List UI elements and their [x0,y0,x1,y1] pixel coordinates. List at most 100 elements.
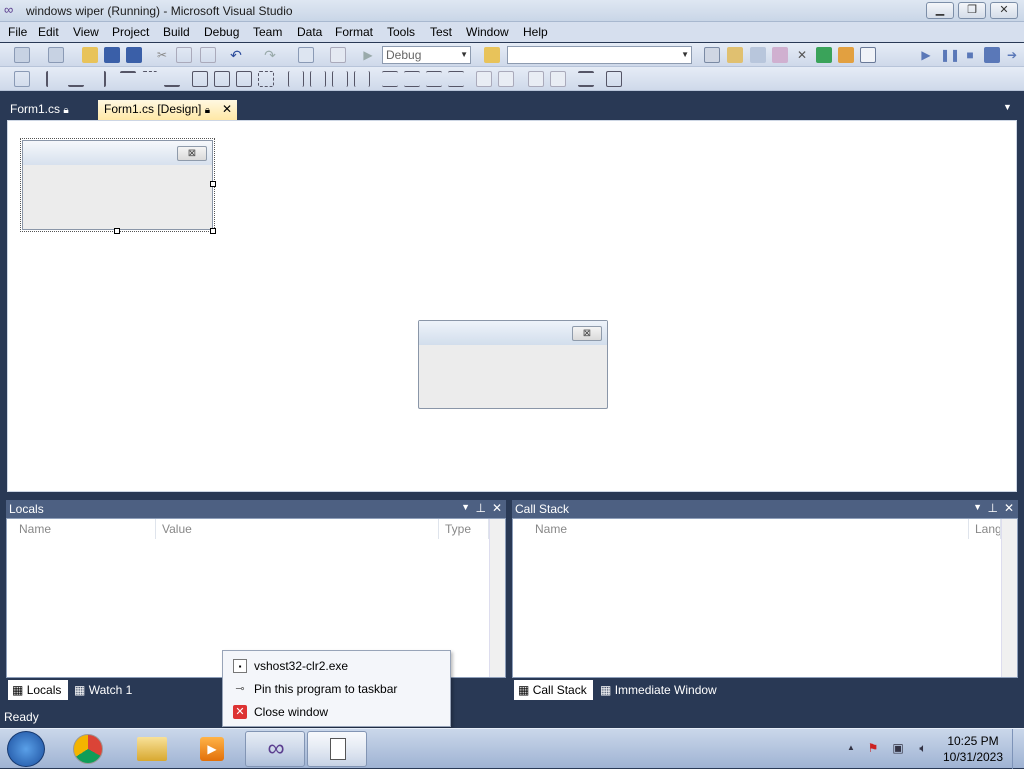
taskbar-vshost-app[interactable] [307,731,367,767]
align-middles-icon[interactable] [142,71,158,87]
menu-help[interactable]: Help [523,25,548,39]
menu-data[interactable]: Data [297,25,322,39]
designer-form[interactable]: ⊠ [20,138,215,232]
column-header-name[interactable]: Name [13,519,156,539]
align-rights-icon[interactable] [90,71,106,87]
tools-icon[interactable]: ✕ [794,47,810,63]
chevron-down-icon[interactable]: ▼ [1003,102,1012,112]
center-vertically-icon[interactable] [498,71,514,87]
column-header-language[interactable]: Lang [969,519,1001,539]
taskbar-media-player[interactable]: ▶ [182,731,242,767]
chevron-down-icon[interactable]: ▼ [461,502,470,512]
send-to-back-icon[interactable] [550,71,566,87]
add-item-icon[interactable] [48,47,64,63]
paste-icon[interactable] [200,47,216,63]
stop-debugging-icon[interactable]: ■ [962,47,978,63]
menu-project[interactable]: Project [112,25,149,39]
new-project-icon[interactable] [14,47,30,63]
pin-to-taskbar-item[interactable]: ⊸ Pin this program to taskbar [223,678,450,700]
restore-button[interactable]: ❐ [958,2,986,19]
make-same-size-icon[interactable] [236,71,252,87]
tab-order-icon[interactable] [578,71,594,87]
start-page-icon[interactable] [816,47,832,63]
copy-icon[interactable] [176,47,192,63]
open-file-icon[interactable] [82,47,98,63]
make-horizontal-spacing-equal-icon[interactable] [288,71,304,87]
undo-icon[interactable]: ↶ [228,47,244,63]
taskbar-chrome[interactable] [59,731,119,767]
make-same-width-icon[interactable] [192,71,208,87]
action-center-icon[interactable]: ⚑ [866,741,880,755]
resize-handle-bottom[interactable] [114,228,120,234]
menu-team[interactable]: Team [253,25,282,39]
tab-call-stack[interactable]: ▦ Call Stack [514,680,593,700]
menu-window[interactable]: Window [466,25,509,39]
taskbar-visual-studio[interactable]: ∞ [245,731,305,767]
tab-form1-design[interactable]: Form1.cs [Design] 🔒︎ ✕ [98,100,237,120]
close-tab-icon[interactable]: ✕ [222,102,232,116]
align-tops-icon[interactable] [120,71,136,87]
navigate-backward-icon[interactable] [298,47,314,63]
center-horizontally-icon[interactable] [476,71,492,87]
tab-watch-1[interactable]: ▦ Watch 1 [70,680,136,700]
decrease-horizontal-spacing-icon[interactable] [332,71,348,87]
solution-explorer-icon[interactable] [704,47,720,63]
close-icon[interactable]: ✕ [492,501,502,515]
increase-horizontal-spacing-icon[interactable] [310,71,326,87]
find-combo[interactable]: ▼ [507,46,692,64]
show-hidden-icons-icon[interactable]: ▲ [844,741,858,755]
extension-manager-icon[interactable] [838,47,854,63]
increase-vertical-spacing-icon[interactable] [404,71,420,87]
form-close-button[interactable]: ⊠ [572,326,602,341]
solution-configuration-select[interactable]: Debug ▼ [382,46,471,64]
column-header-name[interactable]: Name [529,519,969,539]
object-browser-icon[interactable] [750,47,766,63]
properties-icon[interactable] [727,47,743,63]
taskbar-explorer[interactable] [121,731,181,767]
toolbox-icon[interactable] [772,47,788,63]
resize-handle-corner[interactable] [210,228,216,234]
chevron-down-icon[interactable]: ▼ [973,502,982,512]
menu-tools[interactable]: Tools [387,25,415,39]
vertical-scrollbar[interactable] [489,519,505,677]
redo-icon[interactable]: ↷ [262,47,278,63]
tab-form1-cs[interactable]: Form1.cs 🔒︎ [4,100,75,120]
taskbar-clock[interactable]: 10:25 PM 10/31/2023 [940,734,1006,764]
show-desktop-button[interactable] [1012,729,1024,769]
running-form-window[interactable]: ⊠ [418,320,608,409]
close-window-button[interactable]: ✕ [990,2,1018,19]
find-in-files-icon[interactable] [484,47,500,63]
bring-to-front-icon[interactable] [528,71,544,87]
pin-icon[interactable]: ⊥ [476,501,486,515]
save-icon[interactable] [104,47,120,63]
menu-edit[interactable]: Edit [38,25,59,39]
menu-view[interactable]: View [73,25,99,39]
remove-horizontal-spacing-icon[interactable] [354,71,370,87]
jump-list-program-item[interactable]: ▪ vshost32-clr2.exe [223,655,450,677]
continue-icon[interactable]: ▶ [918,47,934,63]
resize-handle-right[interactable] [210,181,216,187]
vertical-scrollbar[interactable] [1001,519,1017,677]
break-all-icon[interactable]: ❚❚ [940,47,960,63]
start-debugging-icon[interactable]: ▶ [360,47,376,63]
tab-locals[interactable]: ▦ Locals [8,680,68,700]
menu-test[interactable]: Test [430,25,452,39]
menu-debug[interactable]: Debug [204,25,239,39]
align-lefts-icon[interactable] [46,71,62,87]
start-button[interactable] [7,731,45,767]
save-all-icon[interactable] [126,47,142,63]
align-bottoms-icon[interactable] [164,71,180,87]
align-centers-icon[interactable] [68,71,84,87]
form-close-button[interactable]: ⊠ [177,146,207,161]
volume-muted-icon[interactable]: 🔈︎ [916,741,930,755]
remove-vertical-spacing-icon[interactable] [448,71,464,87]
pin-icon[interactable]: ⊥ [988,501,998,515]
column-header-value[interactable]: Value [156,519,439,539]
close-window-item[interactable]: ✕ Close window [223,701,450,723]
navigate-forward-icon[interactable] [330,47,346,63]
make-same-height-icon[interactable] [214,71,230,87]
lock-controls-icon[interactable] [606,71,622,87]
align-to-grid-icon[interactable] [14,71,30,87]
menu-format[interactable]: Format [335,25,373,39]
make-vertical-spacing-equal-icon[interactable] [382,71,398,87]
